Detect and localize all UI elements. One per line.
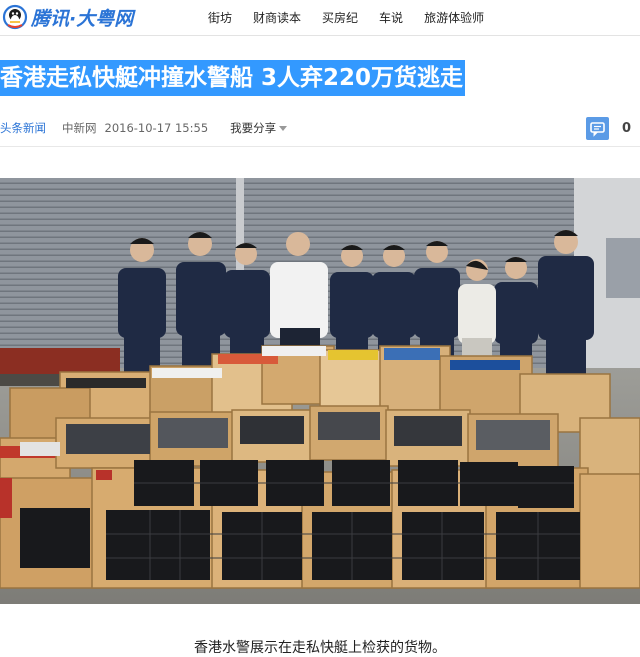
article-meta: 头条新闻 中新网 2016-10-17 15:55 我要分享: [0, 120, 288, 136]
nav-item-travel[interactable]: 旅游体验师: [424, 9, 484, 26]
caret-down-icon: [279, 126, 288, 131]
photo-caption: 香港水警展示在走私快艇上检获的货物。: [194, 640, 446, 656]
article-title: 香港走私快艇冲撞水警船 3人弃220万货逃走: [0, 60, 466, 96]
article-source: 中新网: [62, 121, 97, 135]
article-date: 2016-10-17 15:55: [104, 121, 209, 135]
share-dropdown[interactable]: 我要分享: [230, 120, 288, 136]
channel-link[interactable]: 头条新闻: [0, 120, 46, 136]
comment-bubble-icon: [586, 117, 609, 140]
comment-button[interactable]: 0: [586, 117, 631, 140]
logo-text: 腾讯·大粤网: [31, 7, 134, 30]
main-nav: 街坊 财商读本 买房纪 车说 旅游体验师: [208, 0, 505, 34]
top-nav-bar: 腾讯·大粤网 街坊 财商读本 买房纪 车说 旅游体验师: [0, 0, 640, 36]
nav-item-auto[interactable]: 车说: [379, 9, 403, 26]
nav-item-finance[interactable]: 财商读本: [253, 9, 301, 26]
site-logo[interactable]: 腾讯·大粤网: [2, 3, 133, 31]
comment-count: 0: [622, 121, 632, 136]
nav-item-property[interactable]: 买房纪: [322, 9, 358, 26]
meta-divider: [0, 146, 640, 147]
share-label: 我要分享: [230, 121, 277, 135]
tencent-penguin-icon: [2, 4, 28, 30]
article-photo: [0, 178, 640, 604]
nav-item-jiefang[interactable]: 街坊: [208, 9, 232, 26]
